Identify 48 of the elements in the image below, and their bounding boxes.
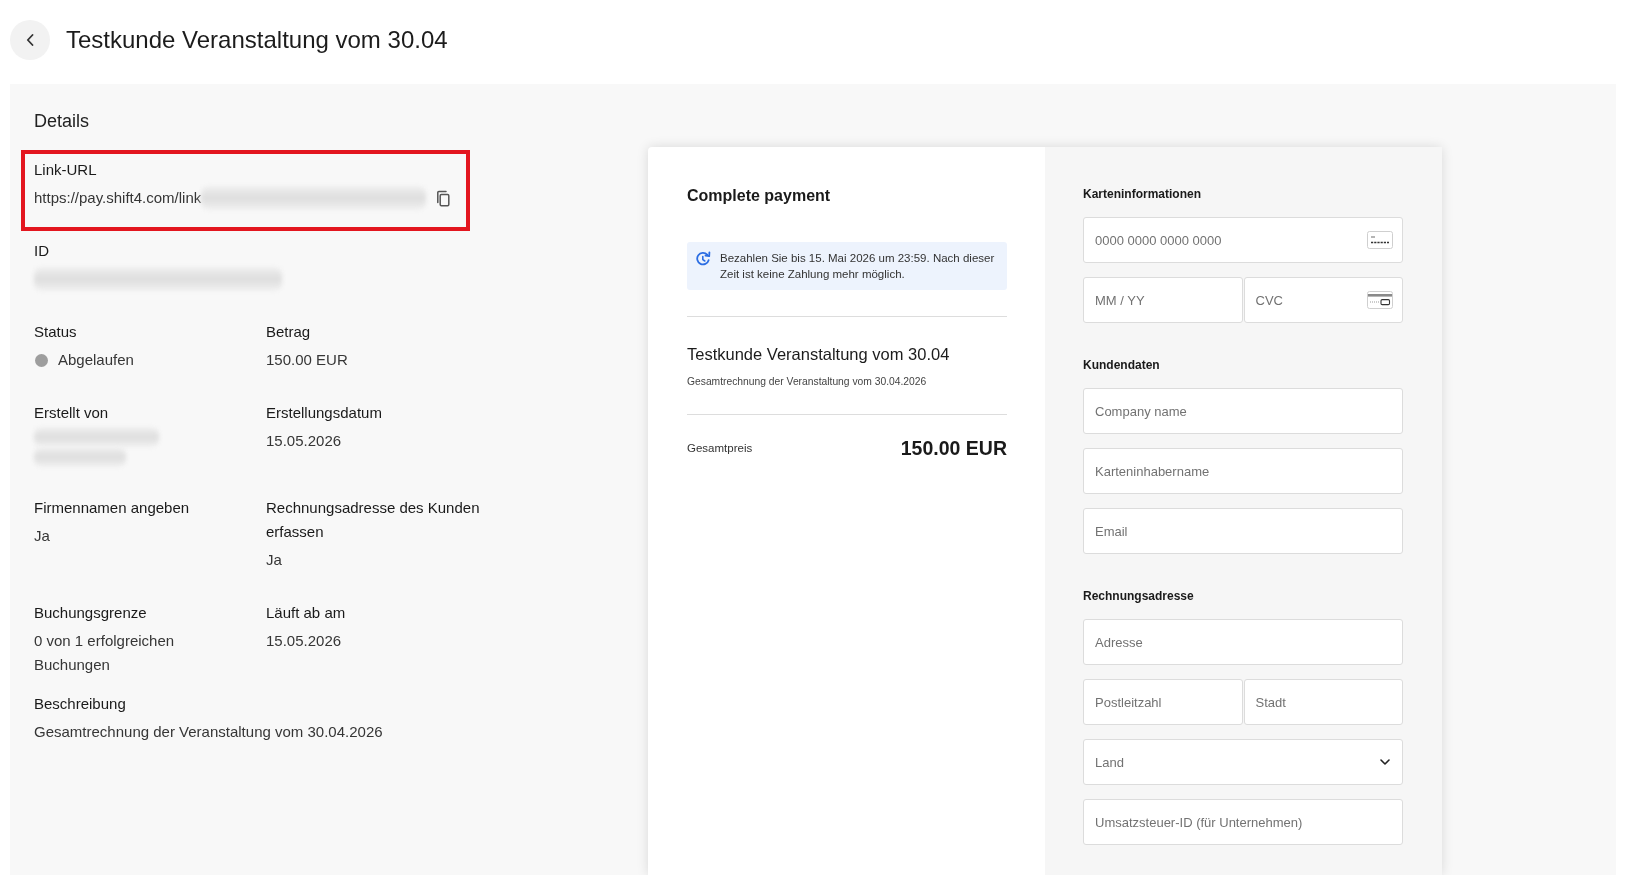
field-label: Link-URL bbox=[34, 160, 97, 180]
form-section-heading: Kundendaten bbox=[1083, 357, 1160, 373]
item-title: Testkunde Veranstaltung vom 30.04 bbox=[687, 344, 950, 365]
page-title: Testkunde Veranstaltung vom 30.04 bbox=[66, 25, 448, 55]
total-amount: 150.00 EUR bbox=[900, 436, 1007, 460]
field-value: 150.00 EUR bbox=[266, 350, 348, 370]
status-text: Abgelaufen bbox=[58, 350, 134, 370]
field-value: Gesamtrechnung der Veranstaltung vom 30.04.2026 bbox=[34, 722, 383, 742]
field-label: Beschreibung bbox=[34, 694, 126, 714]
card-number-field[interactable]: 0000 0000 0000 0000 bbox=[1083, 217, 1403, 263]
field-value: 15.05.2026 bbox=[266, 431, 342, 451]
field-value: Ja bbox=[34, 526, 50, 546]
field-value: https://pay.shift4.com/link bbox=[34, 188, 202, 208]
copy-icon[interactable] bbox=[435, 189, 451, 207]
clock-icon bbox=[695, 251, 711, 267]
text-field[interactable]: Email bbox=[1083, 508, 1403, 554]
text-field[interactable]: Postleitzahl bbox=[1083, 679, 1243, 725]
item-description: Gesamtrechnung der Veranstaltung vom 30.04.2026 bbox=[687, 375, 927, 389]
text-field[interactable]: Company name bbox=[1083, 388, 1403, 434]
field-label: Firmennamen angeben bbox=[34, 498, 190, 518]
form-section-heading: Rechnungsadresse bbox=[1083, 588, 1194, 604]
card-back-icon bbox=[1367, 291, 1393, 309]
chevron-left-icon bbox=[26, 34, 34, 46]
field-label: Läuft ab am bbox=[266, 603, 346, 623]
field-label: Status bbox=[34, 322, 77, 342]
field-label: Rechnungsadresse des Kunden erfassen bbox=[266, 498, 481, 542]
field-value: 0 von 1 erfolgreichen Buchungen bbox=[34, 631, 176, 675]
text-field[interactable]: MM / YY bbox=[1083, 277, 1243, 323]
form-section-heading: Karteninformationen bbox=[1083, 186, 1201, 202]
payment-heading: Complete payment bbox=[687, 186, 831, 206]
text-field[interactable]: Umsatzsteuer-ID (für Unternehmen) bbox=[1083, 799, 1403, 845]
field-label: Buchungsgrenze bbox=[34, 603, 147, 623]
field-label: Betrag bbox=[266, 322, 311, 342]
field-value: 15.05.2026 bbox=[266, 631, 342, 651]
notice-text: Bezahlen Sie bis 15. Mai 2026 um 23:59. Nach dieser Zeit ist keine Zahlung mehr möglich. bbox=[720, 251, 996, 282]
text-field[interactable]: Stadt bbox=[1243, 679, 1403, 725]
text-field[interactable]: Karteninhabername bbox=[1083, 448, 1403, 494]
section-heading: Details bbox=[34, 110, 90, 133]
field-value: Ja bbox=[266, 550, 282, 570]
cvc-field[interactable]: CVC bbox=[1243, 277, 1403, 323]
card-icon bbox=[1367, 231, 1393, 249]
field-label: ID bbox=[34, 241, 49, 261]
total-label: Gesamtpreis bbox=[687, 441, 753, 456]
field-label: Erstellt von bbox=[34, 403, 109, 423]
text-field[interactable]: Adresse bbox=[1083, 619, 1403, 665]
dropdown-field[interactable]: Land bbox=[1083, 739, 1403, 785]
field-label: Erstellungsdatum bbox=[266, 403, 382, 423]
chevron-down-icon bbox=[1380, 759, 1390, 765]
